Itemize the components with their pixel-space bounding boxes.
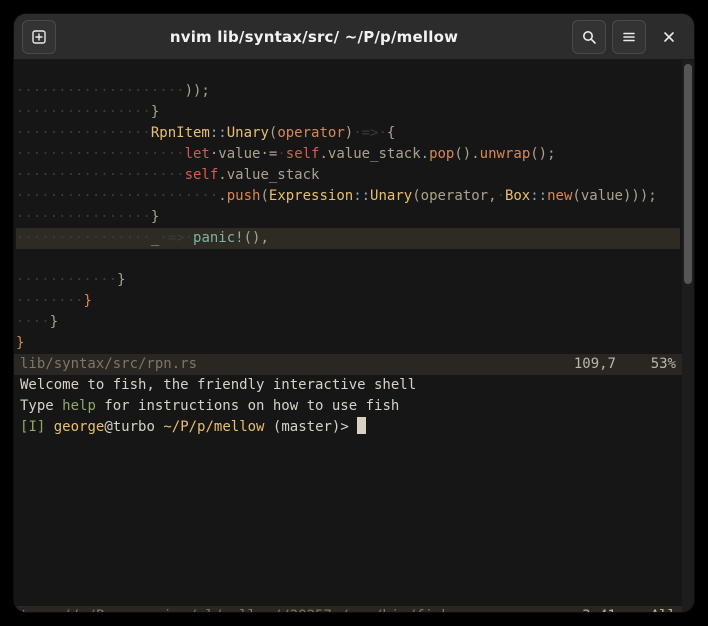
- menu-button[interactable]: [612, 20, 646, 54]
- status2-pos: 3,41: [582, 606, 616, 612]
- code-pane: ····················)); ················…: [14, 60, 682, 354]
- shell-blank: [20, 440, 28, 456]
- code-line: ················RpnItem::Unary(operator)…: [16, 125, 395, 141]
- code-line: }: [16, 335, 24, 351]
- scrollbar[interactable]: [682, 60, 694, 612]
- search-button[interactable]: [572, 20, 606, 54]
- terminal-window: nvim lib/syntax/src/ ~/P/p/mellow: [14, 14, 694, 612]
- code-line: ················}: [16, 209, 159, 225]
- shell-pane[interactable]: Welcome to fish, the friendly interactiv…: [14, 375, 682, 606]
- status-pos: 109,7: [574, 354, 616, 375]
- shell-blank: [20, 482, 28, 498]
- code-line: ············}: [16, 272, 126, 288]
- shell-welcome: Welcome to fish, the friendly interactiv…: [20, 377, 416, 393]
- code-line: ········}: [16, 293, 92, 309]
- statusline-top: lib/syntax/src/rpn.rs 109,7 53%: [14, 354, 682, 375]
- plus-icon: [31, 29, 47, 45]
- code-line-current: ················_·=>·panic!(),: [16, 228, 680, 249]
- code-line: ····················let·value·=·self.val…: [16, 146, 556, 162]
- shell-blank: [20, 545, 28, 561]
- close-button[interactable]: [652, 20, 686, 54]
- shell-blank: [20, 461, 28, 477]
- shell-blank: [20, 524, 28, 540]
- new-tab-button[interactable]: [22, 20, 56, 54]
- code-line: ····················self.value_stack: [16, 167, 319, 183]
- search-icon: [581, 29, 597, 45]
- shell-blank: [20, 587, 28, 603]
- code-line: ························.push(Expression…: [16, 188, 657, 204]
- titlebar-right: [572, 20, 686, 54]
- shell-help-line: Type help for instructions on how to use…: [20, 398, 399, 414]
- shell-blank: [20, 503, 28, 519]
- hamburger-icon: [621, 29, 637, 45]
- code-line: ····}: [16, 314, 58, 330]
- shell-prompt[interactable]: [I] george@turbo ~/P/p/mellow (master)>: [20, 419, 366, 435]
- status-pct: 53%: [616, 354, 676, 375]
- terminal-content[interactable]: ····················)); ················…: [14, 60, 682, 612]
- scrollbar-thumb[interactable]: [684, 64, 692, 284]
- status2-pct: All: [616, 606, 676, 612]
- status2-path: term://~/Programming/pl/mellow//38257:/u…: [20, 606, 450, 612]
- code-line: ················}: [16, 104, 159, 120]
- code-line: ····················));: [16, 83, 210, 99]
- shell-blank: [20, 566, 28, 582]
- window-title: nvim lib/syntax/src/ ~/P/p/mellow: [64, 28, 564, 46]
- statusline-bottom: term://~/Programming/pl/mellow//38257:/u…: [14, 606, 682, 612]
- titlebar: nvim lib/syntax/src/ ~/P/p/mellow: [14, 14, 694, 60]
- status-path: lib/syntax/src/rpn.rs: [20, 354, 197, 375]
- terminal-body: ····················)); ················…: [14, 60, 694, 612]
- close-icon: [662, 30, 676, 44]
- terminal-cursor: [357, 417, 366, 434]
